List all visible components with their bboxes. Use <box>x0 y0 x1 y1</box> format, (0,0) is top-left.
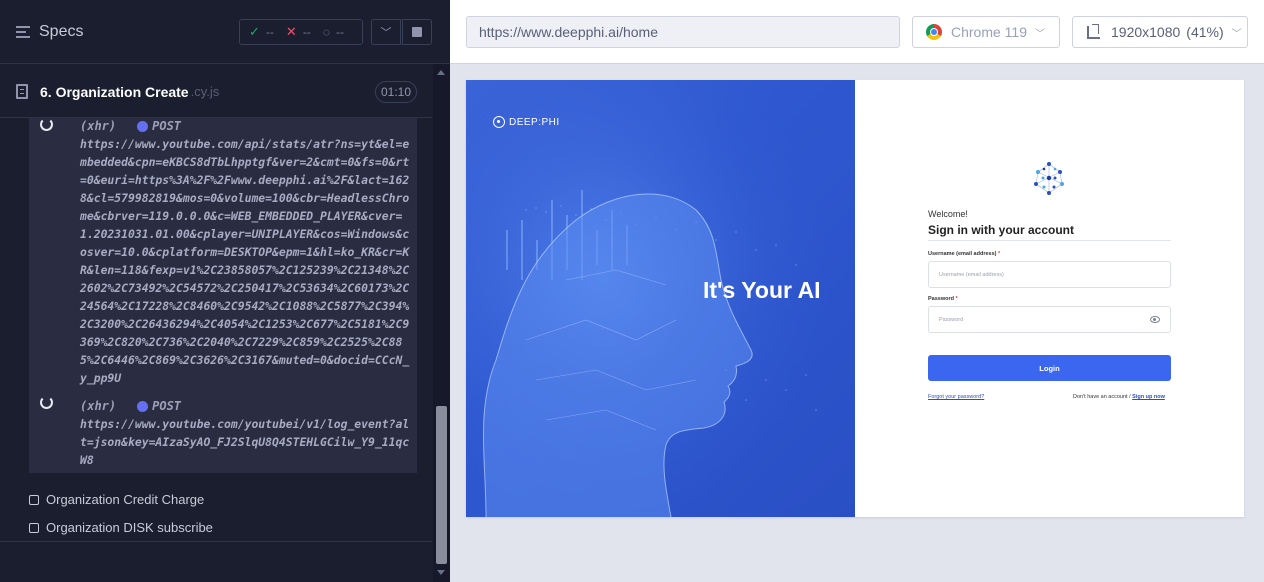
checkbox-icon <box>29 494 39 505</box>
app-iframe: DEEP:PHI It's Your AI Welcome! Sign in w… <box>466 80 1244 517</box>
pending-stat: ◌ -- <box>322 25 344 39</box>
aut-panel: https://www.deepphi.ai/home Chrome 119 ﹀… <box>450 0 1264 582</box>
pending-icon: ◌ <box>322 25 330 39</box>
specs-menu-icon[interactable] <box>16 25 30 38</box>
scrollbar-thumb[interactable] <box>436 406 447 564</box>
spec-duration: 01:10 <box>375 81 417 103</box>
document-icon <box>16 84 28 99</box>
pending-dot-icon <box>137 400 149 412</box>
passed-stat: ✓ -- <box>249 24 274 39</box>
signin-title: Sign in with your account <box>928 223 1075 237</box>
spec-row[interactable]: 6. Organization Create .cy.js 01:10 <box>0 66 432 118</box>
welcome-text: Welcome! <box>928 209 968 219</box>
test-item[interactable]: Organization Credit Charge <box>29 492 204 507</box>
signup-prompt: Don't have an account / Sign up now <box>1073 394 1165 400</box>
username-field[interactable]: Username (email address) <box>928 261 1171 288</box>
logo-icon <box>493 116 505 128</box>
forgot-password-link[interactable]: Forgot your password? <box>928 394 984 400</box>
test-item[interactable]: Organization DISK subscribe <box>29 520 213 535</box>
divider <box>928 240 1171 241</box>
hero-title: It's Your AI <box>703 277 821 303</box>
deepphi-logo[interactable]: DEEP:PHI <box>493 116 560 128</box>
chrome-icon <box>926 24 942 40</box>
password-label: Password * <box>928 296 958 302</box>
reporter-header: Specs ✓ -- ✕ -- ◌ -- ﹀ <box>0 0 450 64</box>
x-icon: ✕ <box>285 24 297 39</box>
log-url: https://www.youtube.com/youtubei/v1/log_… <box>80 417 410 467</box>
chevron-down-icon: ﹀ <box>380 27 392 39</box>
login-panel: Welcome! Sign in with your account Usern… <box>855 80 1244 517</box>
viewport-icon <box>1087 23 1100 39</box>
chevron-down-icon: ﹀ <box>1231 28 1242 40</box>
specs-title[interactable]: Specs <box>39 23 83 41</box>
deepphi-network-icon <box>1034 162 1064 195</box>
password-field[interactable]: Password <box>928 306 1171 333</box>
username-label: Username (email address) * <box>928 251 1001 257</box>
loading-spinner-icon <box>40 396 53 409</box>
reporter-panel: Specs ✓ -- ✕ -- ◌ -- ﹀ 6. Organization Crea… <box>0 0 450 582</box>
divider <box>0 541 432 542</box>
collapse-button[interactable]: ﹀ <box>371 19 401 45</box>
scroll-down-icon[interactable] <box>437 570 445 575</box>
log-head: (xhr) POST <box>80 119 182 133</box>
stop-button[interactable] <box>402 19 432 45</box>
stop-icon <box>412 27 422 37</box>
checkbox-icon <box>29 522 39 533</box>
loading-spinner-icon <box>40 118 53 131</box>
spec-extension: .cy.js <box>190 84 220 99</box>
signup-link[interactable]: Sign up now <box>1132 394 1165 400</box>
reporter-scrollbar[interactable] <box>433 64 450 582</box>
failed-stat: ✕ -- <box>285 24 311 39</box>
url-field[interactable]: https://www.deepphi.ai/home <box>466 16 900 48</box>
browser-selector[interactable]: Chrome 119 ﹀ <box>912 16 1060 48</box>
login-button[interactable]: Login <box>928 355 1171 381</box>
spec-name: 6. Organization Create <box>40 83 189 100</box>
pending-dot-icon <box>137 120 149 132</box>
aut-toolbar: https://www.deepphi.ai/home Chrome 119 ﹀… <box>450 0 1264 64</box>
command-log: (xhr) POST https://www.youtube.com/api/s… <box>29 118 417 473</box>
check-icon: ✓ <box>249 24 260 39</box>
hero-panel: DEEP:PHI It's Your AI <box>466 80 855 517</box>
log-url: https://www.youtube.com/api/stats/atr?ns… <box>80 137 410 385</box>
scroll-up-icon[interactable] <box>437 70 445 75</box>
test-stats: ✓ -- ✕ -- ◌ -- <box>239 19 363 45</box>
chevron-down-icon: ﹀ <box>1035 28 1046 40</box>
viewport-selector[interactable]: 1920x1080 (41%) ﹀ <box>1072 16 1248 48</box>
eye-icon[interactable] <box>1150 316 1160 323</box>
log-head: (xhr) POST <box>80 399 182 413</box>
